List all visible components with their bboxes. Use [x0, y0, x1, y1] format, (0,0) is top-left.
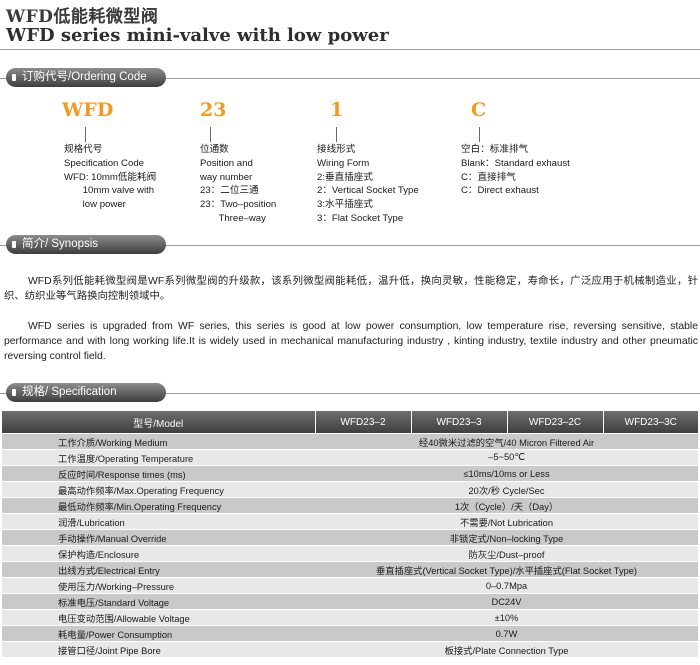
row-label: 润滑/Lubrication: [2, 513, 315, 530]
row-value: 0.7W: [315, 625, 698, 642]
table-row: 耗电量/Power Consumption 0.7W: [2, 625, 698, 642]
table-row: 最低动作频率/Min.Operating Frequency 1次（Cycle）/…: [2, 497, 698, 514]
row-value: 板接式/Plate Connection Type: [315, 641, 698, 657]
code-desc-c: 空白：标准排气 Blank：Standard exhaust C：直接排气 C：…: [461, 144, 570, 197]
row-value: ≤10ms/10ms or Less: [315, 465, 698, 482]
section-title-ordering: 订购代号/Ordering Code: [22, 71, 147, 83]
synopsis-text-cn: WFD系列低能耗微型阀是WF系列微型阀的升级款，该系列微型阀能耗低，温升低，换向…: [4, 276, 698, 302]
table-row: 标准电压/Standard Voltage DC24V: [2, 593, 698, 610]
section-title-synopsis: 简介/ Synopsis: [22, 238, 99, 250]
table-row: 工作介质/Working Medium 经40微米过滤的空气/40 Micron …: [2, 433, 698, 450]
row-value: ±10%: [315, 609, 698, 626]
bullet-icon: [12, 241, 16, 248]
row-label: 手动操作/Manual Override: [2, 529, 315, 546]
row-label: 标准电压/Standard Voltage: [2, 593, 315, 610]
row-label: 工作温度/Operating Temperature: [2, 449, 315, 466]
code-desc-1: 接线形式 Wiring Form 2:垂直插座式 2：Vertical Sock…: [317, 144, 419, 224]
row-value: 1次（Cycle）/天（Day）: [315, 497, 698, 514]
row-value: 防灰尘/Dust–proof: [315, 545, 698, 562]
row-label: 耗电量/Power Consumption: [2, 625, 315, 642]
row-value: DC24V: [315, 593, 698, 610]
header-wfd23-3: WFD23–3: [410, 411, 507, 434]
spec-table: 型号/Model WFD23–2 WFD23–3 WFD23–2C WFD23–…: [2, 411, 698, 657]
code-desc-wfd: 规格代号 Specification Code WFD: 10mm低能耗阀 10…: [64, 144, 157, 211]
table-row: 最高动作频率/Max.Operating Frequency 20次/秒 Cycl…: [2, 481, 698, 498]
row-label: 保护构造/Enclosure: [2, 545, 315, 562]
code-letter-1: 1: [330, 99, 344, 121]
row-label: 接管口径/Joint Pipe Bore: [2, 641, 315, 657]
table-row: 手动操作/Manual Override 非锁定式/Non–locking Typ…: [2, 529, 698, 546]
row-value: 不需要/Not Lubrication: [315, 513, 698, 530]
section-tab-specification: 规格/ Specification: [6, 383, 166, 402]
code-connector: [479, 127, 480, 142]
table-row: 保护构造/Enclosure 防灰尘/Dust–proof: [2, 545, 698, 562]
code-connector: [85, 127, 86, 142]
row-value: 20次/秒 Cycle/Sec: [315, 481, 698, 498]
row-value: 0–0.7Mpa: [315, 577, 698, 594]
row-label: 出线方式/Electrical Entry: [2, 561, 315, 578]
row-label: 反应时间/Response times (ms): [2, 465, 315, 482]
header-wfd23-2c: WFD23–2C: [506, 411, 603, 434]
row-label: 最高动作频率/Max.Operating Frequency: [2, 481, 315, 498]
row-label: 工作介质/Working Medium: [2, 433, 315, 450]
table-row: 出线方式/Electrical Entry 垂直插座式(Vertical Sock…: [2, 561, 698, 578]
table-row: 电压变动范围/Allowable Voltage ±10%: [2, 609, 698, 626]
code-letter-23: 23: [200, 99, 227, 121]
bullet-icon: [12, 74, 16, 81]
code-letter-wfd: WFD: [62, 99, 114, 121]
page-title-en: WFD series mini-valve with low power: [6, 25, 389, 46]
row-value: 垂直插座式(Vertical Socket Type)/水平插座式(Flat S…: [315, 561, 698, 578]
section-tab-synopsis: 简介/ Synopsis: [6, 235, 166, 254]
code-desc-23: 位通数 Position and way number 23：二位三通 23：T…: [200, 144, 277, 224]
section-tab-ordering: 订购代号/Ordering Code: [6, 68, 166, 87]
table-row: 工作温度/Operating Temperature –5~50℃: [2, 449, 698, 466]
header-wfd23-3c: WFD23–3C: [602, 411, 698, 434]
code-connector: [336, 127, 337, 142]
synopsis-text-en: WFD series is upgraded from WF series, t…: [4, 321, 698, 362]
header-model: 型号/Model: [2, 411, 315, 434]
title-divider: [0, 49, 700, 50]
page-title-cn: WFD低能耗微型阀: [6, 7, 159, 27]
table-row: 使用压力/Working–Pressure 0–0.7Mpa: [2, 577, 698, 594]
row-label: 使用压力/Working–Pressure: [2, 577, 315, 594]
row-label: 电压变动范围/Allowable Voltage: [2, 609, 315, 626]
bullet-icon: [12, 389, 16, 396]
table-row: 反应时间/Response times (ms) ≤10ms/10ms or Le…: [2, 465, 698, 482]
table-row: 接管口径/Joint Pipe Bore 板接式/Plate Connection…: [2, 641, 698, 657]
section-title-specification: 规格/ Specification: [22, 386, 117, 398]
row-value: 经40微米过滤的空气/40 Micron Filtered Air: [315, 433, 698, 450]
table-row: 润滑/Lubrication 不需要/Not Lubrication: [2, 513, 698, 530]
row-label: 最低动作频率/Min.Operating Frequency: [2, 497, 315, 514]
spec-header-row: 型号/Model WFD23–2 WFD23–3 WFD23–2C WFD23–…: [2, 411, 698, 434]
header-wfd23-2: WFD23–2: [314, 411, 411, 434]
code-letter-c: C: [471, 99, 487, 121]
row-value: 非锁定式/Non–locking Type: [315, 529, 698, 546]
row-value: –5~50℃: [315, 449, 698, 466]
code-connector: [210, 127, 211, 142]
